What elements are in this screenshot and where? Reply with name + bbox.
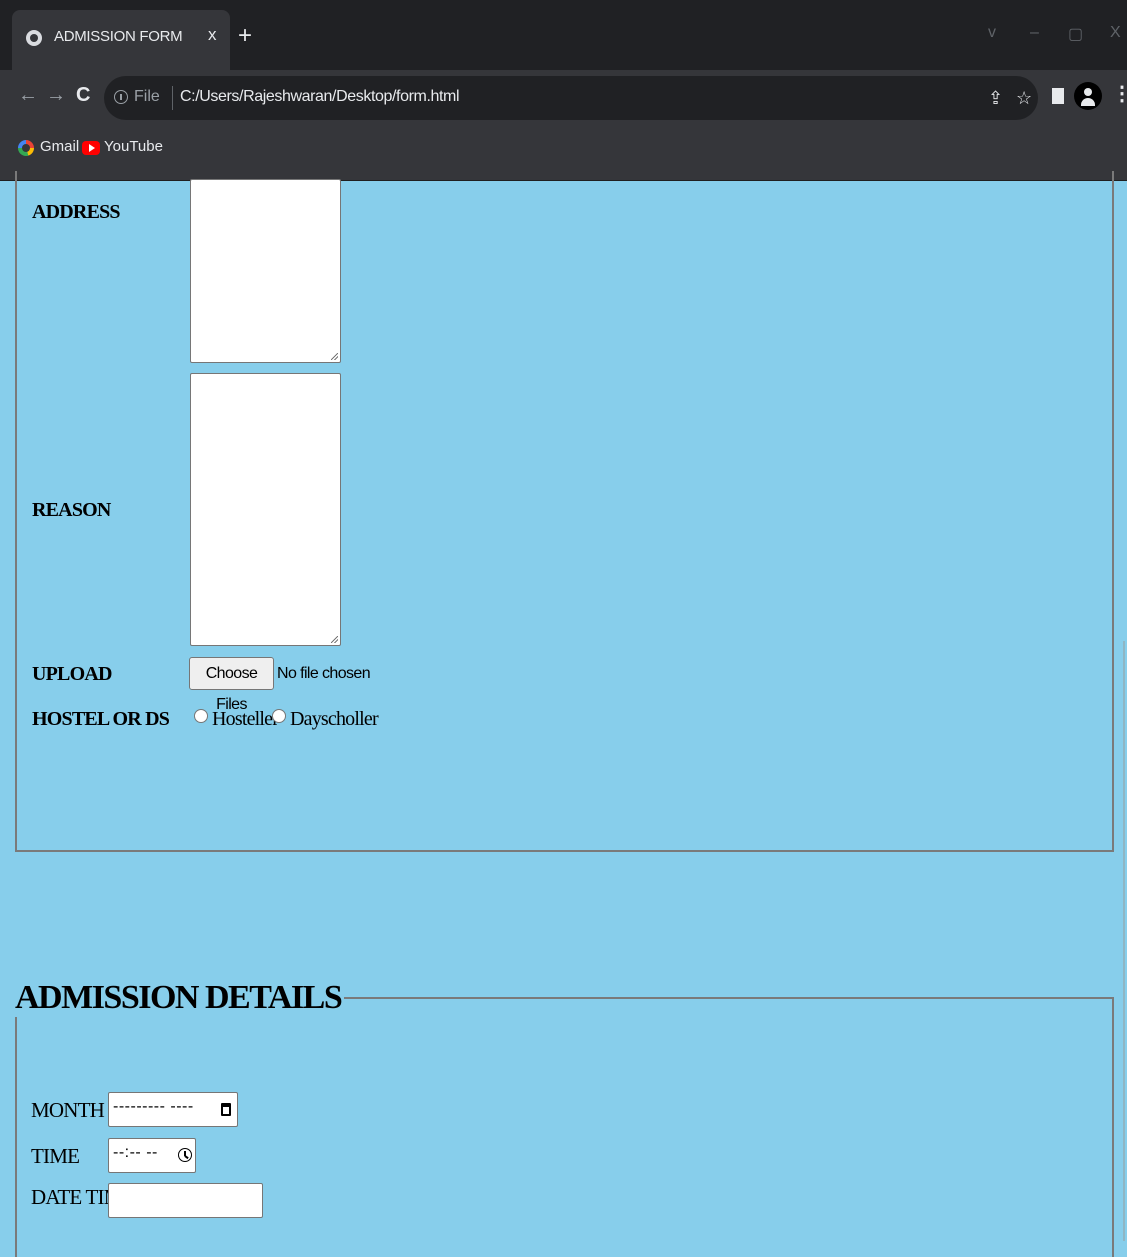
back-button[interactable]: ← [18,84,38,107]
clock-icon[interactable] [178,1148,192,1162]
scrollbar-thumb[interactable] [1123,641,1125,1241]
browser-toolbar: ← → C File C:/Users/Rajeshwaran/Desktop/… [0,70,1127,126]
page-scrollbar[interactable] [1121,181,1127,1241]
bookmark-star-icon[interactable]: ☆ [1016,88,1032,109]
tab-close-button[interactable]: x [208,25,217,45]
address-bar[interactable]: File C:/Users/Rajeshwaran/Desktop/form.h… [104,76,1038,120]
browser-tab[interactable]: ADMISSION FORM x [12,10,230,70]
tab-search-icon[interactable]: v [988,24,996,42]
hostel-label: HOSTEL OR DS [32,708,170,730]
reason-label: REASON [32,499,111,521]
address-textarea[interactable] [190,179,341,363]
youtube-icon [82,141,100,155]
time-value: --:-- -- [113,1144,158,1161]
choose-files-button[interactable]: Choose Files [189,657,274,713]
time-input[interactable]: --:-- -- [108,1138,196,1173]
month-input[interactable]: --------- ---- [108,1092,238,1127]
address-divider [172,86,173,110]
upload-status: No file chosen [277,665,371,682]
personal-details-fieldset [15,171,1114,852]
dayscholler-radio[interactable] [272,709,286,723]
dayscholler-label: Dayscholler [290,708,379,730]
close-window-button[interactable]: X [1110,24,1121,42]
url-text[interactable]: C:/Users/Rajeshwaran/Desktop/form.html [180,88,460,106]
share-icon[interactable]: ⇪ [988,88,1003,109]
admission-details-legend: ADMISSION DETAILS [12,979,345,1017]
side-panel-icon[interactable] [1052,88,1064,104]
time-label: TIME [31,1144,80,1168]
page-content: ADDRESS REASON UPLOAD Choose Files No fi… [0,171,1127,1257]
bookmark-gmail[interactable]: Gmail [40,138,79,155]
browser-titlebar: ADMISSION FORM x + v – ▢ X [0,0,1127,70]
scheme-label: File [134,88,160,105]
menu-icon[interactable]: ⋮ [1112,84,1127,104]
upload-label: UPLOAD [32,663,112,685]
google-icon [18,140,34,156]
resize-grip-icon[interactable] [331,636,338,643]
forward-button[interactable]: → [46,84,66,107]
month-label: MONTH [31,1098,105,1122]
month-value: --------- ---- [113,1098,194,1115]
restore-button[interactable]: ▢ [1068,24,1083,44]
new-tab-button[interactable]: + [238,22,252,50]
reason-textarea[interactable] [190,373,341,646]
resize-grip-icon[interactable] [331,353,338,360]
hosteller-radio[interactable] [194,709,208,723]
minimize-button[interactable]: – [1030,24,1039,42]
info-icon[interactable] [114,90,128,104]
address-label: ADDRESS [32,201,121,223]
hosteller-label: Hosteller [212,708,279,730]
datetime-input[interactable] [108,1183,263,1218]
bookmark-youtube[interactable]: YouTube [104,138,163,155]
globe-icon [26,30,42,46]
admission-details-fieldset [15,997,1114,1257]
calendar-icon[interactable] [221,1103,231,1116]
tab-title: ADMISSION FORM [54,28,183,45]
reload-button[interactable]: C [76,84,90,107]
profile-avatar-icon[interactable] [1074,82,1102,110]
